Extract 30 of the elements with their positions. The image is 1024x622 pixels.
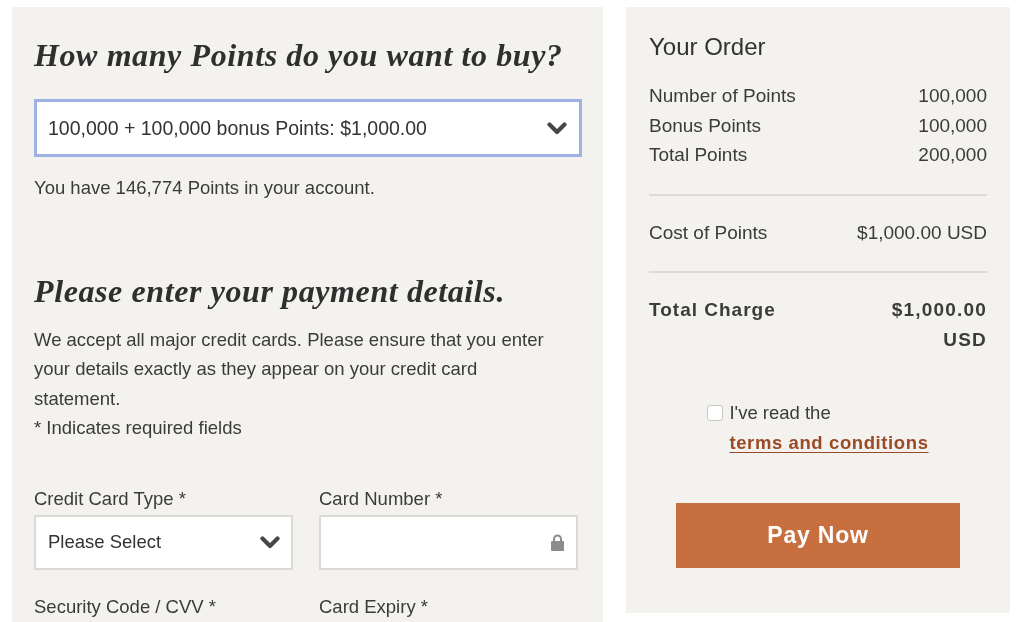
field-label: Security Code / CVV * — [34, 594, 216, 619]
terms-checkbox[interactable] — [707, 405, 724, 421]
chevron-down-icon — [260, 535, 280, 549]
terms-text: I've read the terms and conditions — [729, 401, 929, 455]
section-heading: How many Points do you want to buy? — [34, 37, 563, 73]
field-label: Card Number * — [319, 486, 443, 511]
points-balance-text: You have 146,774 Points in your account. — [34, 176, 375, 200]
required-fields-note: * Indicates required fields — [34, 416, 242, 440]
terms-link[interactable]: terms and conditions — [729, 431, 929, 453]
order-value: $1,000.00 USD — [857, 220, 987, 245]
card-number-field[interactable] — [319, 514, 578, 570]
order-value: 200,000 — [918, 143, 987, 167]
field-label: Card Expiry * — [319, 594, 428, 619]
payment-intro-text: We accept all major credit cards. Please ensure that you enter your details exactly as they appear on your credit card statement. — [34, 327, 545, 411]
order-label: Cost of Points — [649, 220, 768, 245]
chevron-down-icon — [547, 121, 567, 135]
lock-icon — [551, 533, 564, 551]
card-type-dropdown[interactable]: Please Select — [34, 514, 293, 570]
order-value: $1,000.00 USD — [890, 298, 987, 352]
order-value: 100,000 — [918, 113, 987, 138]
order-value: 100,000 — [918, 84, 987, 108]
points-dropdown[interactable]: 100,000 + 100,000 bonus Points: $1,000.00 — [34, 99, 582, 157]
field-label: Credit Card Type * — [34, 486, 186, 511]
order-label: Number of Points — [649, 84, 796, 108]
order-label: Total Charge — [649, 298, 776, 322]
order-label: Total Points — [649, 143, 748, 167]
pay-now-button[interactable]: Pay Now — [676, 503, 960, 568]
order-title: Your Order — [649, 33, 766, 61]
section-heading: Please enter your payment details. — [34, 272, 505, 309]
order-label: Bonus Points — [649, 113, 761, 138]
